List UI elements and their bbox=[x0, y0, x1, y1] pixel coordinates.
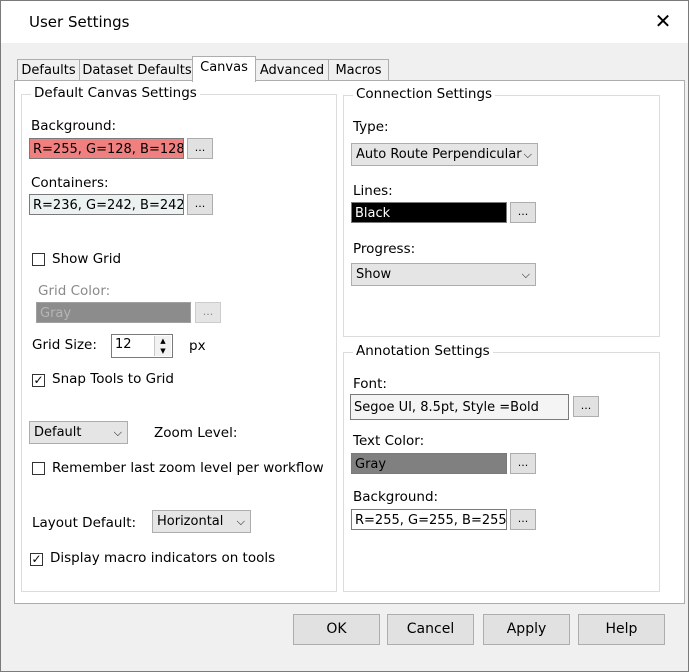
apply-button[interactable]: Apply bbox=[483, 614, 570, 645]
zoom-level-value: Default bbox=[34, 425, 82, 440]
close-icon[interactable]: ✕ bbox=[645, 3, 681, 39]
group-legend: Default Canvas Settings bbox=[31, 85, 200, 101]
show-grid-label: Show Grid bbox=[52, 251, 122, 267]
containers-label: Containers: bbox=[31, 175, 109, 191]
text-color-label: Text Color: bbox=[353, 433, 425, 449]
lines-color-field[interactable]: Black bbox=[351, 202, 507, 223]
font-field[interactable]: Segoe UI, 8.5pt, Style =Bold bbox=[350, 394, 569, 420]
user-settings-dialog: User Settings ✕ Defaults Dataset Default… bbox=[0, 0, 689, 672]
layout-default-select[interactable]: Horizontal ⌵ bbox=[152, 510, 251, 533]
snap-to-grid-label: Snap Tools to Grid bbox=[52, 371, 174, 387]
progress-value: Show bbox=[356, 267, 392, 282]
grid-color-label: Grid Color: bbox=[38, 283, 111, 299]
annotation-background-browse-button[interactable]: ... bbox=[510, 509, 536, 530]
title-bar: User Settings ✕ bbox=[1, 1, 688, 43]
progress-label: Progress: bbox=[353, 241, 416, 257]
macro-indicators-checkbox[interactable]: ✓ bbox=[30, 553, 43, 566]
type-label: Type: bbox=[353, 119, 389, 135]
connection-type-select[interactable]: Auto Route Perpendicular ⌵ bbox=[351, 143, 538, 166]
tab-macros[interactable]: Macros bbox=[328, 59, 389, 81]
remember-zoom-checkbox[interactable] bbox=[32, 462, 45, 475]
lines-browse-button[interactable]: ... bbox=[510, 202, 536, 223]
tab-defaults[interactable]: Defaults bbox=[17, 59, 80, 81]
text-color-field[interactable]: Gray bbox=[351, 453, 507, 474]
background-browse-button[interactable]: ... bbox=[187, 138, 213, 159]
grid-size-label: Grid Size: bbox=[32, 337, 97, 353]
cancel-button[interactable]: Cancel bbox=[387, 614, 474, 645]
chevron-down-icon: ⌵ bbox=[236, 515, 245, 528]
tab-canvas[interactable]: Canvas bbox=[192, 56, 256, 82]
background-color-field[interactable]: R=255, G=128, B=128 bbox=[29, 138, 184, 159]
connection-type-value: Auto Route Perpendicular bbox=[356, 147, 522, 162]
checkmark-icon: ✓ bbox=[31, 552, 42, 566]
background-label: Background: bbox=[31, 118, 117, 134]
lines-label: Lines: bbox=[353, 183, 393, 199]
zoom-level-label: Zoom Level: bbox=[154, 425, 238, 441]
window-title: User Settings bbox=[29, 13, 130, 31]
containers-color-field[interactable]: R=236, G=242, B=242 bbox=[29, 194, 184, 215]
group-legend: Connection Settings bbox=[353, 86, 496, 102]
spin-up-icon[interactable]: ▲ bbox=[155, 336, 171, 346]
text-color-browse-button[interactable]: ... bbox=[510, 453, 536, 474]
show-grid-checkbox[interactable] bbox=[32, 253, 45, 266]
spin-arrows: ▲ ▼ bbox=[154, 336, 171, 356]
spin-down-icon[interactable]: ▼ bbox=[155, 346, 171, 356]
font-browse-button[interactable]: ... bbox=[573, 396, 599, 417]
layout-default-value: Horizontal bbox=[157, 514, 224, 529]
grid-size-value: 12 bbox=[115, 337, 132, 352]
layout-default-label: Layout Default: bbox=[32, 515, 137, 531]
chevron-down-icon: ⌵ bbox=[521, 268, 530, 281]
snap-to-grid-checkbox[interactable]: ✓ bbox=[32, 374, 45, 387]
help-button[interactable]: Help bbox=[578, 614, 665, 645]
zoom-level-select[interactable]: Default ⌵ bbox=[29, 421, 128, 444]
grid-size-unit: px bbox=[189, 338, 206, 354]
grid-color-field: Gray bbox=[36, 302, 191, 323]
containers-browse-button[interactable]: ... bbox=[187, 194, 213, 215]
progress-select[interactable]: Show ⌵ bbox=[351, 263, 536, 286]
tab-advanced[interactable]: Advanced bbox=[255, 59, 329, 81]
annotation-background-label: Background: bbox=[353, 489, 439, 505]
grid-color-browse-button: ... bbox=[195, 302, 221, 323]
tab-dataset-defaults[interactable]: Dataset Defaults bbox=[79, 59, 195, 81]
macro-indicators-label: Display macro indicators on tools bbox=[50, 550, 276, 566]
chevron-down-icon: ⌵ bbox=[523, 148, 532, 161]
font-label: Font: bbox=[353, 376, 387, 392]
chevron-down-icon: ⌵ bbox=[113, 426, 122, 439]
checkmark-icon: ✓ bbox=[33, 373, 44, 387]
grid-size-stepper[interactable]: 12 ▲ ▼ bbox=[111, 334, 173, 358]
remember-zoom-label: Remember last zoom level per workflow bbox=[52, 460, 324, 476]
annotation-background-field[interactable]: R=255, G=255, B=255 bbox=[351, 509, 507, 530]
group-legend: Annotation Settings bbox=[353, 343, 493, 359]
ok-button[interactable]: OK bbox=[293, 614, 380, 645]
